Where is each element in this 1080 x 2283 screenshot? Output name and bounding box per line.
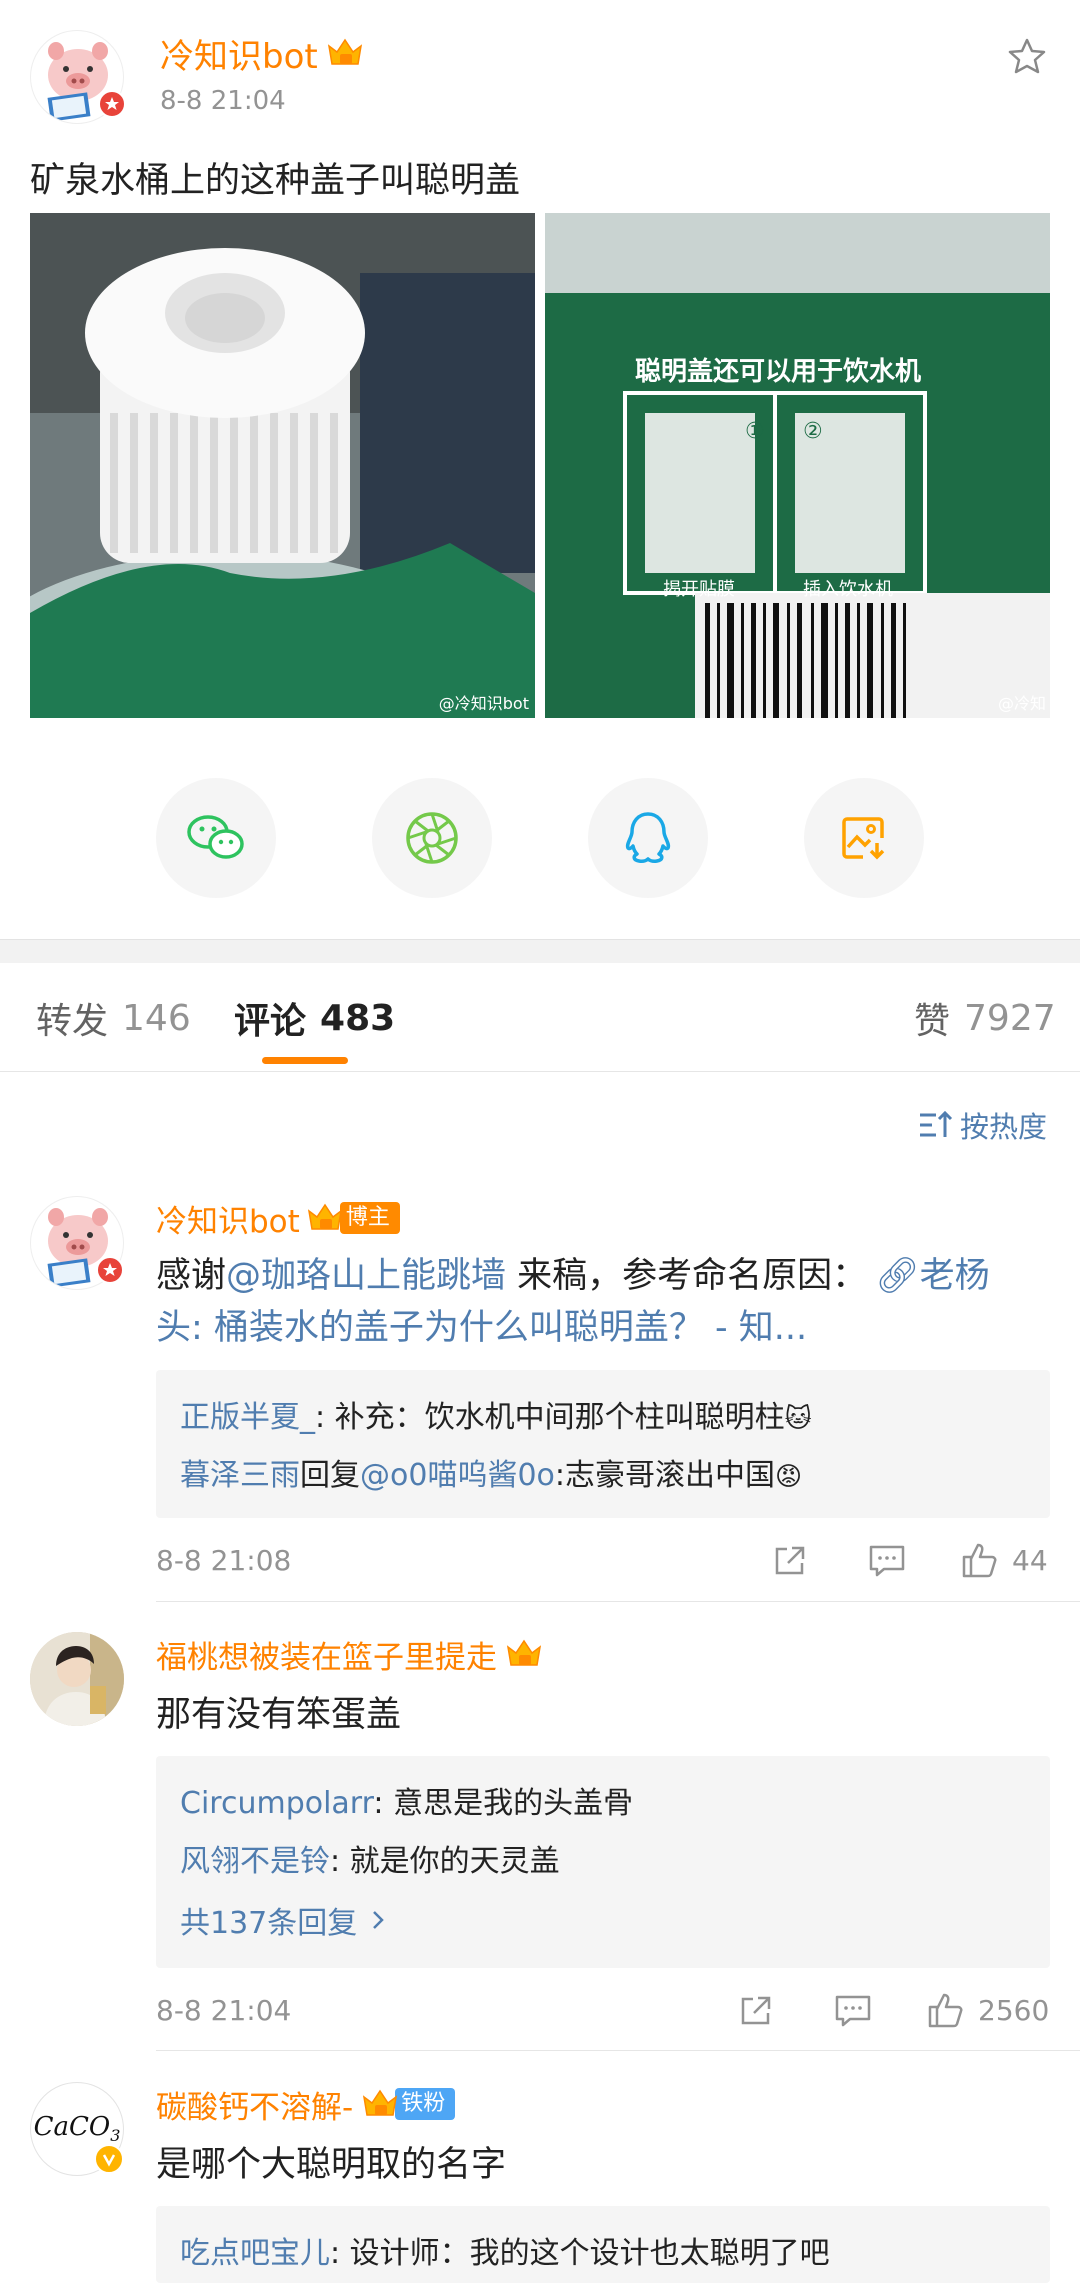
cat-emoji-icon: 🐱 [784, 1404, 812, 1434]
like-count: 44 [1012, 1543, 1048, 1577]
image-step1-label: 揭开贴膜 [663, 579, 735, 600]
vip-crown-icon [361, 2087, 399, 2121]
forward-icon[interactable] [772, 1543, 808, 1583]
tab-comment[interactable]: 评论 483 [234, 990, 395, 1046]
comment-text-rest: 来稿，参考命名原因： [506, 1256, 868, 1296]
reply-user[interactable]: 风翎不是铃 [180, 1844, 330, 1879]
commenter-name[interactable]: 冷知识bot [156, 1196, 300, 1241]
forward-icon[interactable] [738, 1993, 774, 2033]
image-step1-number: ① [745, 419, 765, 444]
reply-user[interactable]: 吃点吧宝儿 [180, 2236, 330, 2271]
sort-by-hot-button[interactable]: 按热度 [918, 1106, 1047, 1144]
post-time: 8-8 21:04 [160, 86, 286, 116]
link-icon: 🔗︎ [875, 1256, 920, 1296]
reply-item[interactable]: Circumpolarr: 意思是我的头盖骨 [180, 1778, 633, 1822]
more-replies-link[interactable]: 共137条回复 [180, 1898, 389, 1942]
like-button[interactable]: 44 [960, 1540, 1048, 1580]
vip-crown-icon [505, 1637, 543, 1671]
reply-item[interactable]: 吃点吧宝儿: 设计师：我的这个设计也太聪明了吧 [180, 2228, 830, 2272]
tab-like-label: 赞 [914, 1001, 951, 1042]
save-image-button[interactable] [804, 778, 924, 898]
tab-like-count: 7927 [964, 997, 1056, 1039]
sort-label: 按热度 [960, 1110, 1048, 1144]
image-watermark: @冷知 [997, 694, 1046, 713]
author-tag: 博主 [339, 1202, 400, 1234]
reply-text: : 补充：饮水机中间那个柱叫聪明柱 [315, 1400, 785, 1435]
reply-icon[interactable] [868, 1543, 906, 1583]
comment-divider [156, 1601, 1080, 1602]
post-text: 矿泉水桶上的这种盖子叫聪明盖 [30, 161, 521, 201]
sort-icon [920, 1110, 953, 1137]
favorite-star-icon[interactable] [1006, 36, 1048, 78]
verified-badge-icon [94, 2144, 124, 2174]
wechat-icon [187, 815, 244, 859]
share-wechat-button[interactable] [156, 778, 276, 898]
comment-avatar[interactable] [30, 1632, 124, 1726]
avatar-text: CaCO3 [33, 2112, 121, 2146]
author-name[interactable]: 冷知识bot [160, 29, 318, 78]
mention-link[interactable]: @珈珞山上能跳墙 [226, 1256, 506, 1296]
comment-text: 那有没有笨蛋盖 [156, 1695, 402, 1735]
article-link[interactable]: 老杨 [920, 1256, 990, 1296]
reply-item[interactable]: 暮泽三雨回复@o0喵呜酱0o:志豪哥滚出中国😡 [180, 1450, 802, 1494]
commenter-name[interactable]: 福桃想被装在篮子里提走 [156, 1632, 497, 1677]
reply-item[interactable]: 风翎不是铃: 就是你的天灵盖 [180, 1836, 560, 1880]
comment-time: 8-8 21:08 [156, 1544, 292, 1577]
tab-repost[interactable]: 转发 146 [36, 990, 191, 1046]
image-step2-number: ② [803, 419, 823, 444]
more-replies-label: 共137条回复 [180, 1906, 358, 1941]
image-step2-label: 插入饮水机 [803, 579, 893, 600]
user-photo-avatar-icon [30, 1632, 124, 1726]
reply-mid: 回复 [300, 1458, 360, 1493]
thumbs-up-icon [962, 1543, 997, 1578]
qq-icon [625, 812, 671, 863]
thumbs-up-icon [928, 1993, 963, 2028]
tab-repost-label: 转发 [36, 1001, 109, 1042]
reply-box[interactable]: Circumpolarr: 意思是我的头盖骨 风翎不是铃: 就是你的天灵盖 共1… [156, 1756, 1050, 1968]
reply-text: : 设计师：我的这个设计也太聪明了吧 [330, 2236, 830, 2271]
reply-mention[interactable]: @o0喵呜酱0o [360, 1458, 555, 1493]
post-image-2[interactable]: 聪明盖还可以用于饮水机 ① ② 揭开贴膜 插入饮水机 @冷知 [545, 213, 1050, 718]
reply-item[interactable]: 正版半夏_: 补充：饮水机中间那个柱叫聪明柱🐱 [180, 1392, 812, 1436]
reply-text: : 意思是我的头盖骨 [373, 1786, 634, 1821]
active-tab-indicator [262, 1057, 348, 1064]
comment-text: 感谢@珈珞山上能跳墙 来稿，参考命名原因： 🔗︎老杨 头: 桶装水的盖子为什么叫聪… [156, 1250, 1056, 1354]
reply-user[interactable]: Circumpolarr [180, 1786, 373, 1821]
like-count: 2560 [978, 1993, 1050, 2027]
section-divider [0, 939, 1080, 963]
tab-like[interactable]: 赞 7927 [914, 990, 1056, 1046]
reply-user[interactable]: 暮泽三雨 [180, 1458, 300, 1493]
share-moments-button[interactable] [372, 778, 492, 898]
comment-divider [156, 2050, 1080, 2051]
comment-text: 是哪个大聪明取的名字 [156, 2145, 507, 2185]
tab-repost-count: 146 [122, 997, 191, 1039]
post-image-1[interactable]: @冷知识bot [30, 213, 535, 718]
reply-text: : 就是你的天灵盖 [330, 1844, 560, 1879]
reply-icon[interactable] [834, 1993, 872, 2033]
image-watermark: @冷知识bot [438, 694, 529, 713]
reply-text: :志豪哥滚出中国 [554, 1458, 775, 1493]
image-headline: 聪明盖还可以用于饮水机 [635, 357, 922, 387]
fan-tag: 铁粉 [395, 2088, 456, 2120]
verified-badge-icon [96, 1256, 124, 1284]
commenter-name[interactable]: 碳酸钙不溶解- [156, 2082, 353, 2127]
like-button[interactable]: 2560 [926, 1990, 1049, 2030]
vip-crown-icon [306, 1201, 344, 1235]
save-image-icon [842, 817, 885, 860]
angry-emoji-icon: 😡 [775, 1462, 803, 1492]
comment-time: 8-8 21:04 [156, 1994, 292, 2027]
moments-icon [406, 812, 458, 864]
tab-comment-label: 评论 [234, 1001, 307, 1042]
comment-text-prefix: 感谢 [156, 1256, 227, 1296]
share-qq-button[interactable] [588, 778, 708, 898]
reply-user[interactable]: 正版半夏_ [180, 1400, 315, 1435]
chevron-right-icon [373, 1911, 385, 1929]
reply-box[interactable]: 吃点吧宝儿: 设计师：我的这个设计也太聪明了吧 [156, 2206, 1050, 2283]
vip-crown-icon [326, 36, 364, 70]
tab-comment-count: 483 [320, 997, 396, 1039]
verified-badge-icon [98, 90, 126, 118]
reply-box[interactable]: 正版半夏_: 补充：饮水机中间那个柱叫聪明柱🐱 暮泽三雨回复@o0喵呜酱0o:志… [156, 1370, 1050, 1518]
article-link-cont[interactable]: 头: 桶装水的盖子为什么叫聪明盖？ - 知... [156, 1308, 807, 1348]
